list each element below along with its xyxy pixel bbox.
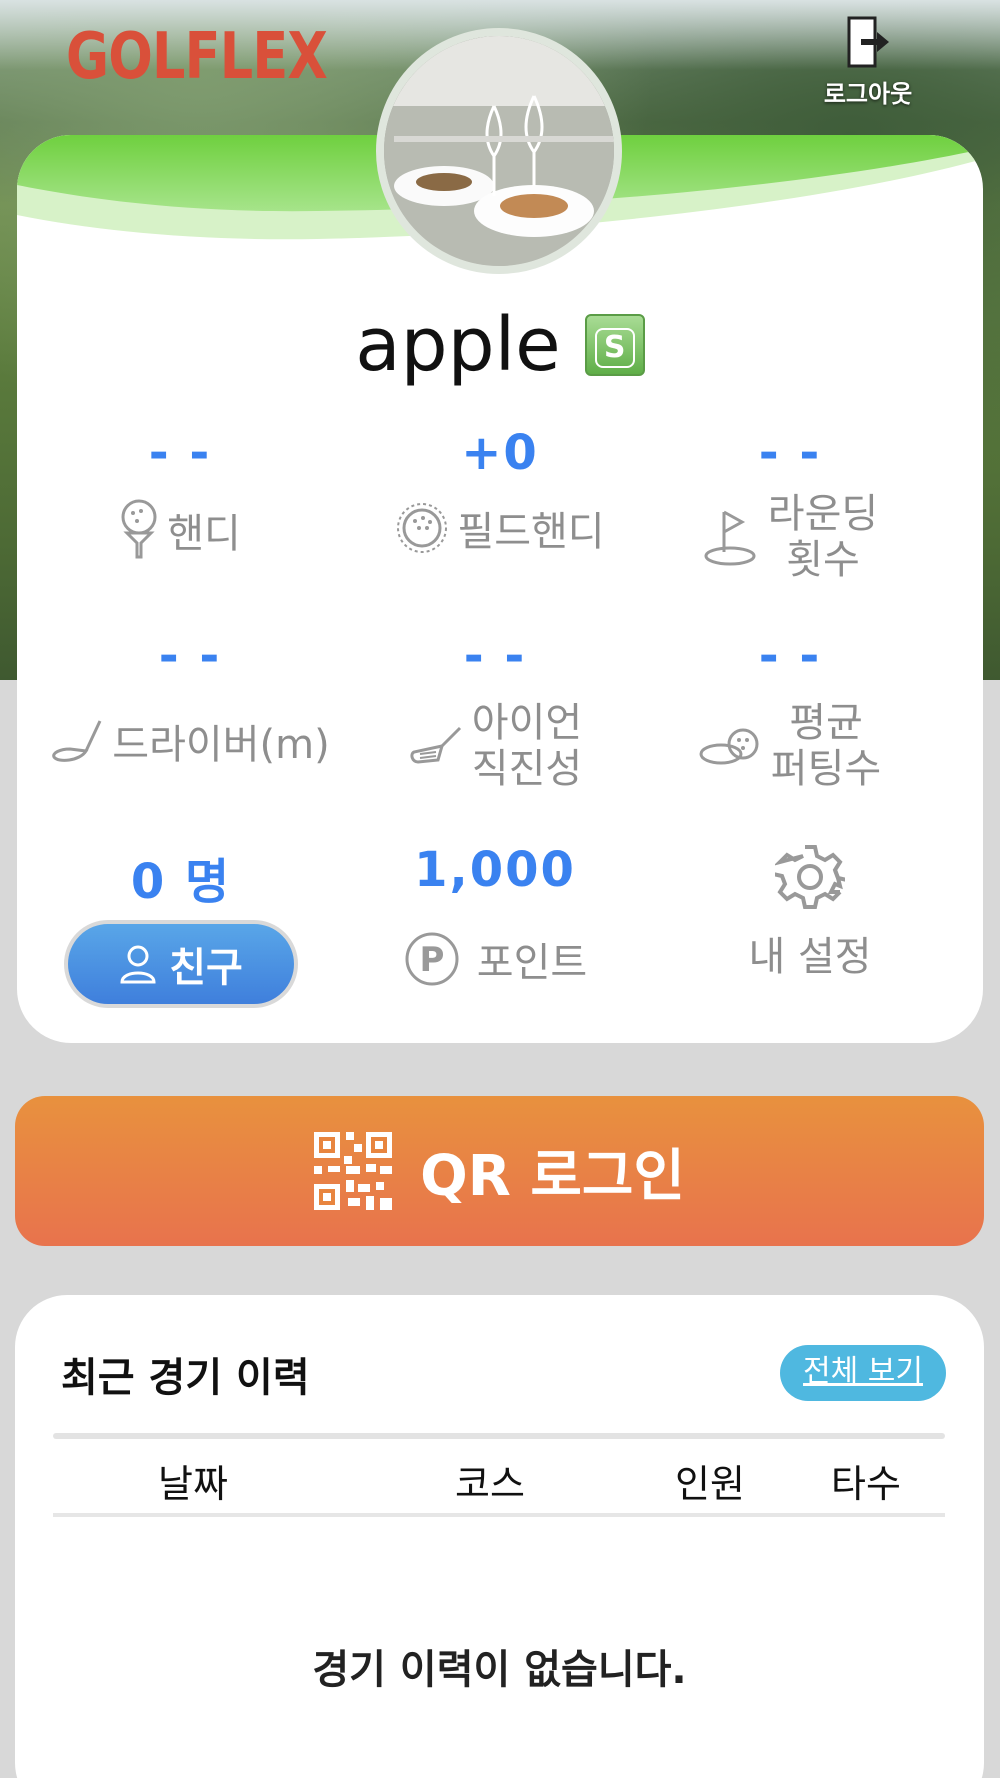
putting-label-line1: 평균 [789, 700, 863, 746]
settings-button[interactable]: 내 설정 [700, 842, 920, 982]
putting-value: - - [758, 628, 822, 684]
settings-label: 내 설정 [748, 934, 872, 980]
stat-field-handicap[interactable]: +0 필드핸디 [350, 425, 650, 557]
putting-label-line2: 퍼팅수 [770, 746, 882, 792]
logout-button[interactable]: 로그아웃 [808, 14, 928, 114]
logout-label: 로그아웃 [823, 80, 913, 108]
gear-icon [775, 845, 845, 909]
rounds-value: - - [758, 425, 822, 481]
app-logo: GOLFLEX [66, 20, 328, 94]
stat-handicap[interactable]: - - 핸디 [60, 425, 300, 561]
column-course: 코스 [455, 1462, 525, 1506]
qr-login-button[interactable]: QR 로그인 [15, 1096, 984, 1246]
driver-label: 드라이버(m) [112, 722, 330, 768]
svg-text:P: P [419, 940, 444, 980]
qr-login-label: QR 로그인 [420, 1143, 685, 1209]
column-players: 인원 [675, 1462, 745, 1506]
history-title: 최근 경기 이력 [61, 1355, 310, 1401]
friends-button[interactable]: 친구 [64, 920, 298, 1008]
putting-icon [699, 728, 759, 765]
username: apple [355, 302, 561, 389]
stat-iron[interactable]: - - 아이언 직진성 [360, 628, 630, 792]
stat-points[interactable]: 1,000 P 포인트 [370, 842, 620, 988]
rounds-label-line1: 라운딩 [767, 491, 879, 537]
iron-value: - - [463, 628, 527, 684]
field-handicap-label: 필드핸디 [457, 509, 605, 555]
stat-rounds[interactable]: - - 라운딩 횟수 [680, 425, 900, 583]
handicap-label: 핸디 [167, 511, 241, 557]
column-date: 날짜 [158, 1462, 228, 1506]
recent-history-card: 최근 경기 이력 전체 보기 날짜 코스 인원 타수 경기 이력이 없습니다. [15, 1295, 984, 1778]
iron-label-line2: 직진성 [471, 746, 583, 792]
stat-putting[interactable]: - - 평균 퍼팅수 [670, 628, 910, 792]
rounds-label-line2: 횟수 [786, 537, 860, 583]
history-divider-header [53, 1513, 945, 1517]
person-icon [120, 945, 156, 984]
view-all-button[interactable]: 전체 보기 [780, 1345, 946, 1401]
stat-driver[interactable]: - - 드라이버(m) [50, 628, 330, 770]
stat-friends: 0 명 [66, 842, 296, 912]
profile-avatar[interactable] [376, 28, 622, 274]
column-strokes: 타수 [831, 1462, 901, 1506]
friends-button-label: 친구 [169, 945, 243, 991]
handicap-value: - - [148, 425, 212, 481]
field-handicap-value: +0 [461, 425, 539, 481]
driver-value: - - [158, 628, 222, 684]
grade-badge: S [584, 314, 645, 377]
driver-club-icon [52, 720, 102, 762]
profile-username-row: apple S [0, 298, 1000, 388]
golf-tee-icon [121, 499, 157, 559]
logout-icon [847, 16, 889, 68]
qr-code-icon [314, 1132, 393, 1210]
points-value: 1,000 [414, 842, 576, 898]
iron-label-line1: 아이언 [471, 700, 583, 746]
friends-count: 0 명 [130, 854, 232, 910]
golf-flag-icon [704, 510, 756, 566]
history-divider-top [53, 1433, 945, 1439]
avatar-photo [384, 36, 614, 266]
golf-ball-icon [397, 503, 448, 553]
grade-letter: S [594, 328, 635, 369]
iron-club-icon [410, 726, 461, 764]
history-empty-message: 경기 이력이 없습니다. [312, 1647, 687, 1693]
point-coin-icon: P [405, 932, 459, 986]
points-label: 포인트 [476, 940, 588, 986]
